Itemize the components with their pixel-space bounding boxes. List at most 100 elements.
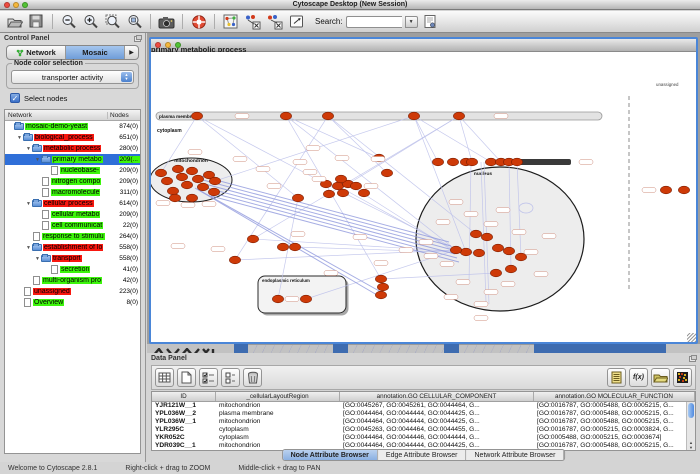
background-window-thumbnail[interactable] — [248, 344, 333, 353]
graph-node[interactable] — [191, 112, 202, 120]
background-window-edge[interactable] — [234, 344, 248, 353]
background-window-edge[interactable] — [534, 344, 666, 353]
graph-node[interactable] — [277, 243, 288, 251]
graph-node[interactable] — [447, 158, 458, 166]
attribute-list-icon[interactable] — [607, 368, 626, 387]
tree-row[interactable]: macromolecule311(0) — [5, 187, 140, 198]
graph-node[interactable] — [453, 112, 464, 120]
graph-node[interactable] — [473, 249, 484, 257]
select-nodes-checkbox[interactable]: ✓ — [10, 93, 20, 103]
matrix-icon[interactable] — [673, 368, 692, 387]
graph-node[interactable] — [161, 177, 172, 185]
graph-node[interactable] — [186, 167, 197, 175]
graph-node[interactable] — [490, 269, 501, 277]
open-session-icon[interactable] — [5, 12, 24, 31]
graph-node[interactable] — [289, 243, 300, 251]
graph-node[interactable] — [481, 233, 492, 241]
tree-row[interactable]: Overview8(0) — [5, 297, 140, 308]
graph-node[interactable] — [466, 158, 477, 166]
table-row[interactable]: YLR295Ccytoplasm[GO:0045263, GO:0044464,… — [152, 426, 695, 434]
graph-node[interactable] — [350, 182, 361, 190]
save-session-icon[interactable] — [27, 12, 46, 31]
graph-node[interactable] — [335, 175, 346, 183]
graph-node[interactable] — [247, 235, 258, 243]
graph-node[interactable] — [300, 295, 311, 303]
expand-arrow-icon[interactable]: ▼ — [25, 245, 32, 251]
tree-row[interactable]: cellular metabo209(0) — [5, 209, 140, 220]
table-column-header[interactable]: ID — [152, 392, 216, 401]
graph-node[interactable] — [167, 187, 178, 195]
background-window-edge[interactable] — [333, 344, 348, 353]
graph-node[interactable] — [358, 189, 369, 197]
graph-node[interactable] — [450, 246, 461, 254]
scrollbar-arrows-icon[interactable]: ▲▼ — [687, 440, 695, 450]
tree-row[interactable]: ▼transport558(0) — [5, 253, 140, 264]
graph-node[interactable] — [381, 169, 392, 177]
annotation-icon[interactable] — [287, 12, 306, 31]
tree-row[interactable]: secretion41(0) — [5, 264, 140, 275]
graph-node[interactable] — [432, 158, 443, 166]
table-grid-icon[interactable] — [155, 368, 174, 387]
import-folder-icon[interactable] — [651, 368, 670, 387]
search-dropdown-button[interactable]: ▼ — [405, 16, 418, 28]
graph-node[interactable] — [292, 194, 303, 202]
layout-icon-1[interactable] — [243, 12, 262, 31]
graph-node[interactable] — [181, 181, 192, 189]
table-column-header[interactable]: _cellularLayoutRegion — [216, 392, 340, 401]
graph-node[interactable] — [377, 283, 388, 291]
graph-node[interactable] — [155, 169, 166, 177]
graph-node[interactable] — [280, 112, 291, 120]
zoom-fit-icon[interactable] — [103, 12, 122, 31]
formula-icon[interactable]: f(x) — [629, 368, 648, 387]
tree-row[interactable]: nitrogen compo209(0) — [5, 176, 140, 187]
zoom-out-icon[interactable] — [59, 12, 78, 31]
table-column-header[interactable]: annotation.GO CELLULAR_COMPONENT — [340, 392, 534, 401]
tree-row[interactable]: ▼primary metabo209(... — [5, 154, 140, 165]
tree-row[interactable]: mosaic-demo-yeast874(0) — [5, 121, 140, 132]
tree-row[interactable]: response to stimulu264(0) — [5, 231, 140, 242]
graph-node[interactable] — [186, 194, 197, 202]
graph-node[interactable] — [322, 112, 333, 120]
graph-node[interactable] — [229, 256, 240, 264]
tree-row[interactable]: nucleobase-209(0) — [5, 165, 140, 176]
background-window-edge[interactable] — [444, 344, 459, 353]
table-scrollbar[interactable]: ▲▼ — [686, 402, 695, 450]
tree-column-nodes[interactable]: Nodes — [108, 112, 140, 119]
graph-node[interactable] — [323, 190, 334, 198]
trash-icon[interactable] — [243, 368, 262, 387]
graph-node[interactable] — [460, 248, 471, 256]
scrollbar-thumb[interactable] — [688, 403, 694, 418]
float-panel-icon[interactable] — [689, 356, 696, 362]
tab-overflow-arrow-icon[interactable]: ▶ — [125, 46, 138, 59]
snapshot-icon[interactable] — [157, 12, 176, 31]
close-network-window-button[interactable] — [155, 42, 161, 48]
window-resize-grip[interactable] — [687, 333, 696, 342]
table-row[interactable]: YKR052Ccytoplasm[GO:0044464, GO:0044446,… — [152, 434, 695, 442]
graph-node[interactable] — [332, 182, 343, 190]
graph-node[interactable] — [503, 247, 514, 255]
search-settings-icon[interactable] — [421, 12, 440, 31]
expand-arrow-icon[interactable]: ▼ — [34, 256, 41, 262]
graph-node[interactable] — [408, 112, 419, 120]
tree-row[interactable]: ▼biological_process651(0) — [5, 132, 140, 143]
graph-node[interactable] — [660, 186, 671, 194]
expand-arrow-icon[interactable]: ▼ — [25, 146, 32, 152]
graph-node[interactable] — [678, 186, 689, 194]
node-color-dropdown[interactable]: transporter activity ▲▼ — [11, 70, 134, 84]
tab-mosaic[interactable]: Mosaic — [66, 46, 125, 59]
layout-icon-2[interactable] — [265, 12, 284, 31]
tree-row[interactable]: unassigned223(0) — [5, 286, 140, 297]
tree-row[interactable]: cell communicat22(0) — [5, 220, 140, 231]
expand-arrow-icon[interactable]: ▼ — [25, 201, 32, 207]
graph-node[interactable] — [485, 158, 496, 166]
tab-edge-attribute-browser[interactable]: Edge Attribute Browser — [378, 450, 467, 460]
graph-node[interactable] — [511, 158, 522, 166]
select-attributes-icon[interactable] — [199, 368, 218, 387]
background-window-thumbnail[interactable] — [348, 344, 444, 353]
background-window-thumbnail[interactable] — [459, 344, 534, 353]
graph-node[interactable] — [505, 265, 516, 273]
network-view-window[interactable]: primary metabolic process plasma membran… — [149, 37, 698, 344]
zoom-selected-icon[interactable] — [125, 12, 144, 31]
unselect-attributes-icon[interactable] — [221, 368, 240, 387]
graph-node[interactable] — [169, 194, 180, 202]
